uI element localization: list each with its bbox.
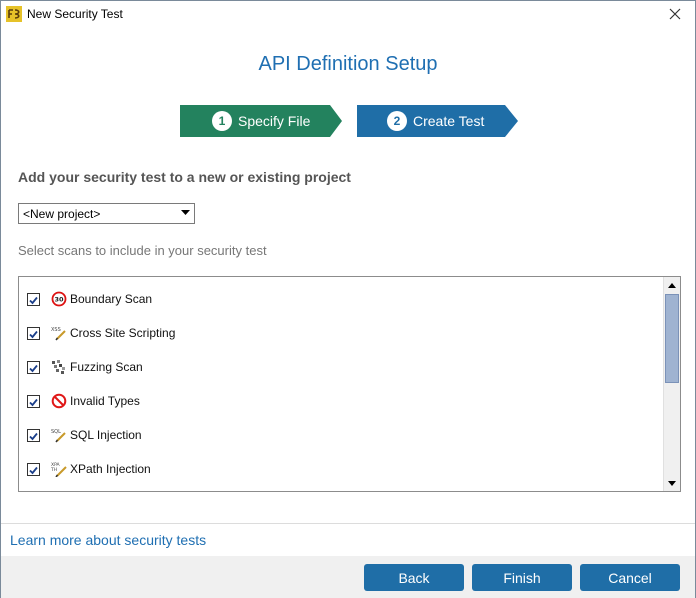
- checkmark-icon: [29, 296, 38, 304]
- scrollbar-thumb[interactable]: [665, 294, 679, 383]
- svg-text:SQL: SQL: [51, 429, 61, 435]
- checkmark-icon: [29, 398, 38, 406]
- scan-label: XPath Injection: [70, 462, 151, 476]
- fuzzing-icon: [51, 359, 67, 375]
- svg-text:XSS: XSS: [51, 327, 61, 333]
- step-number: 2: [387, 111, 407, 131]
- project-heading: Add your security test to a new or exist…: [18, 169, 351, 185]
- scan-checkbox[interactable]: [27, 428, 40, 442]
- close-icon: [669, 8, 681, 20]
- finish-button[interactable]: Finish: [472, 564, 572, 591]
- scan-instructions: Select scans to include in your security…: [18, 243, 267, 258]
- scan-checkbox[interactable]: [27, 292, 40, 306]
- learn-more-link[interactable]: Learn more about security tests: [10, 532, 206, 548]
- scan-list: 30 Boundary Scan XSS Cross Site Scriptin…: [18, 276, 681, 492]
- arrow-up-icon: [668, 282, 676, 288]
- checkmark-icon: [29, 432, 38, 440]
- title-bar: New Security Test: [1, 1, 695, 29]
- cancel-button[interactable]: Cancel: [580, 564, 680, 591]
- checkmark-icon: [29, 364, 38, 372]
- scan-item-boundary[interactable]: 30 Boundary Scan: [19, 282, 659, 316]
- scan-item-xss[interactable]: XSS Cross Site Scripting: [19, 316, 659, 350]
- footer-divider: [1, 523, 695, 524]
- back-button[interactable]: Back: [364, 564, 464, 591]
- scroll-up-button[interactable]: [664, 277, 680, 293]
- scan-label: Invalid Types: [70, 394, 140, 408]
- dialog-footer: Back Finish Cancel: [1, 556, 695, 598]
- step-specify-file: 1 Specify File: [180, 105, 342, 137]
- project-select-value: <New project>: [23, 206, 101, 221]
- invalid-icon: [51, 393, 67, 409]
- scan-label: Fuzzing Scan: [70, 360, 143, 374]
- scan-item-xpath-injection[interactable]: XPA TH XPath Injection: [19, 452, 659, 486]
- step-create-test: 2 Create Test: [357, 105, 518, 137]
- window-title: New Security Test: [27, 7, 123, 21]
- scan-label: SQL Injection: [70, 428, 142, 442]
- scan-checkbox[interactable]: [27, 394, 40, 408]
- security-test-dialog: New Security Test API Definition Setup 1…: [0, 0, 696, 598]
- scan-item-fuzzing[interactable]: Fuzzing Scan: [19, 350, 659, 384]
- scan-checkbox[interactable]: [27, 462, 40, 476]
- scan-item-sql-injection[interactable]: SQL SQL Injection: [19, 418, 659, 452]
- sql-icon: SQL: [51, 427, 67, 443]
- wizard-steps: 1 Specify File 2 Create Test: [1, 105, 695, 139]
- xpath-icon: XPA TH: [50, 461, 67, 478]
- step-number: 1: [212, 111, 232, 131]
- scroll-down-button[interactable]: [664, 475, 680, 491]
- svg-text:30: 30: [54, 296, 64, 304]
- page-title: API Definition Setup: [258, 53, 438, 75]
- xss-icon: XSS: [51, 325, 67, 341]
- chevron-down-icon: [181, 210, 190, 215]
- boundary-icon: 30: [51, 291, 67, 307]
- close-button[interactable]: [661, 3, 689, 25]
- checkmark-icon: [29, 466, 38, 474]
- scan-list-scrollbar[interactable]: [663, 277, 680, 491]
- svg-text:TH: TH: [51, 467, 57, 473]
- scan-label: Boundary Scan: [70, 292, 153, 306]
- project-select[interactable]: <New project>: [18, 203, 195, 224]
- scan-label: Cross Site Scripting: [70, 326, 176, 340]
- arrow-down-icon: [668, 480, 676, 486]
- step-label: Specify File: [238, 113, 311, 129]
- scan-checkbox[interactable]: [27, 326, 40, 340]
- scan-item-invalid-types[interactable]: Invalid Types: [19, 384, 659, 418]
- checkmark-icon: [29, 330, 38, 338]
- scan-checkbox[interactable]: [27, 360, 40, 374]
- app-logo-icon: [6, 6, 22, 22]
- step-label: Create Test: [413, 113, 485, 129]
